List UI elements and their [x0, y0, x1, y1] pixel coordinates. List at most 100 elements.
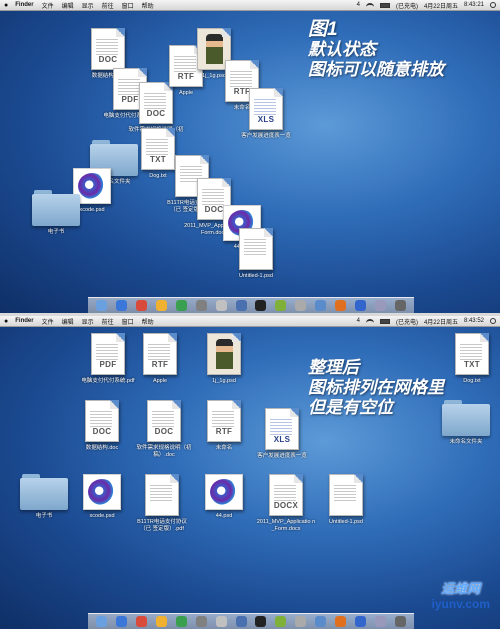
desktop-icon-txt-file[interactable]: TXT Dog.txt: [442, 333, 500, 385]
dock-app-icon[interactable]: [315, 300, 327, 311]
menu-bar: ● Finder 文件 编辑 显示 前往 窗口 帮助 4 (已充电) 4月22日…: [0, 0, 500, 11]
dock-app-icon[interactable]: [295, 616, 307, 627]
annotation-line1: 整理后: [308, 358, 359, 377]
dock-app-icon[interactable]: [255, 300, 267, 311]
desktop-icon-docx-file[interactable]: DOCX 2011_MVP_Applicatio n_Form.docx: [256, 474, 316, 533]
dock-app-icon[interactable]: [275, 300, 287, 311]
dock-app-icon[interactable]: [215, 616, 227, 627]
dock-app-icon[interactable]: [96, 616, 108, 627]
status-count[interactable]: 4: [357, 318, 360, 324]
desktop-icon-doc-file-2[interactable]: DOC 软件需求规格说明（初 稿）.doc: [134, 400, 194, 459]
apple-icon[interactable]: ●: [4, 2, 8, 9]
spotlight-icon[interactable]: [490, 318, 496, 324]
clock-label[interactable]: 8:43:21: [464, 2, 484, 8]
dock-app-icon[interactable]: [275, 616, 287, 627]
status-count[interactable]: 4: [357, 2, 360, 8]
dock-app-icon[interactable]: [394, 616, 406, 627]
dock-app-icon[interactable]: [195, 300, 207, 311]
battery-icon[interactable]: [379, 318, 390, 324]
desktop-icon-rtf-file[interactable]: RTF 未命名: [194, 400, 254, 452]
battery-icon[interactable]: [379, 2, 390, 8]
desktop-icon-xls-file[interactable]: XLS 客户发展进度表一览: [252, 408, 312, 460]
dock-app-icon[interactable]: [394, 300, 406, 311]
dock-app-icon[interactable]: [116, 300, 128, 311]
menu-help[interactable]: 帮助: [142, 317, 154, 326]
dock-app-icon[interactable]: [295, 300, 307, 311]
dock-app-icon[interactable]: [175, 300, 187, 311]
dock-app-icon[interactable]: [96, 300, 108, 311]
icon-label: Dog.txt: [463, 378, 481, 384]
battery-status: (已充电): [395, 3, 418, 10]
wifi-icon[interactable]: [365, 318, 374, 324]
text-lines: [274, 483, 296, 503]
icon-label: Untitled-1.psd: [329, 519, 363, 525]
menu-view[interactable]: 显示: [82, 317, 94, 326]
dock-app-icon[interactable]: [354, 300, 366, 311]
dock-app-icon[interactable]: [156, 616, 168, 627]
menu-window[interactable]: 窗口: [122, 317, 134, 326]
desktop-icon-doc-file[interactable]: DOC 数据结构.doc: [72, 400, 132, 452]
desktop-icon-xls-file[interactable]: XLS 客户发展进度表一览: [236, 88, 296, 140]
spotlight-icon[interactable]: [490, 2, 496, 8]
dock-app-icon[interactable]: [315, 616, 327, 627]
desktop-icon-folder-ebook[interactable]: 电子书: [26, 190, 86, 236]
icon-label: Untitled-1.psd: [239, 273, 273, 279]
dock-app-icon[interactable]: [235, 616, 247, 627]
menu-finder[interactable]: Finder: [15, 2, 33, 8]
dock-app-icon[interactable]: [175, 616, 187, 627]
menu-go[interactable]: 前往: [102, 1, 114, 10]
dock-app-icon[interactable]: [354, 616, 366, 627]
menu-go[interactable]: 前往: [102, 317, 114, 326]
desktop-icon-psd-xcode[interactable]: xcode.psd: [72, 474, 132, 520]
menu-finder[interactable]: Finder: [15, 318, 33, 324]
desktop-icon-pdf-b11[interactable]: B11TR电话支付协议（已 签定版）.pdf: [132, 474, 192, 533]
document-file-icon: [329, 474, 363, 516]
dock-app-icon[interactable]: [334, 300, 346, 311]
desktop-icon-folder-1[interactable]: 未命名文件夹: [436, 400, 496, 446]
icon-label: 1j_1g.psd: [212, 378, 236, 384]
dock-app-icon[interactable]: [136, 300, 148, 311]
icon-label: xcode.psd: [89, 513, 115, 519]
dock-app-icon[interactable]: [334, 616, 346, 627]
icon-label: Apple: [178, 90, 194, 96]
menu-edit[interactable]: 编辑: [62, 317, 74, 326]
desktop-icon-psd-untitled[interactable]: Untitled-1.psd: [316, 474, 376, 526]
menu-help[interactable]: 帮助: [142, 1, 154, 10]
file-type-badge: DOCX: [273, 501, 299, 510]
date-label[interactable]: 4月22日周五: [424, 1, 458, 10]
desktop-icon-psd-untitled[interactable]: Untitled-1.psd: [226, 228, 286, 280]
desktop-after: ● Finder 文件 编辑 显示 前往 窗口 帮助 4 (已充电) 4月22日…: [0, 316, 500, 629]
desktop-icon-folder-ebook[interactable]: 电子书: [14, 474, 74, 520]
desktop-icon-rtf-apple[interactable]: RTF Apple: [130, 333, 190, 385]
icon-label: 44.psd: [215, 513, 233, 519]
icon-label: 软件需求规格说明（初 稿）.doc: [136, 445, 192, 458]
menu-view[interactable]: 显示: [82, 1, 94, 10]
menu-file[interactable]: 文件: [42, 1, 54, 10]
text-lines: [244, 237, 266, 257]
file-type-badge: DOC: [92, 427, 112, 436]
desktop-icon-photo-file[interactable]: 1j_1g.psd: [194, 333, 254, 385]
document-file-icon: DOC: [85, 400, 119, 442]
dock-app-icon[interactable]: [235, 300, 247, 311]
menu-file[interactable]: 文件: [42, 317, 54, 326]
dock-app-icon[interactable]: [195, 616, 207, 627]
dock-app-icon[interactable]: [136, 616, 148, 627]
dock-app-icon[interactable]: [215, 300, 227, 311]
apple-icon[interactable]: ●: [4, 318, 8, 325]
wifi-icon[interactable]: [365, 2, 374, 8]
date-label[interactable]: 4月22日周五: [424, 317, 458, 326]
text-lines: [460, 342, 482, 362]
desktop-icon-psd-44[interactable]: 44.psd: [194, 474, 254, 520]
dock-app-icon[interactable]: [255, 616, 267, 627]
dock-app-icon[interactable]: [116, 616, 128, 627]
menu-window[interactable]: 窗口: [122, 1, 134, 10]
desktop-icon-pdf-file[interactable]: PDF 电脑支付代付系统.pdf: [78, 333, 138, 385]
clock-label[interactable]: 8:43:52: [464, 318, 484, 324]
menu-edit[interactable]: 编辑: [62, 1, 74, 10]
dock-app-icon[interactable]: [374, 300, 386, 311]
text-lines: [150, 483, 172, 503]
dock-app-icon[interactable]: [374, 616, 386, 627]
dock-app-icon[interactable]: [156, 300, 168, 311]
icon-label: 2011_MVP_Applicatio n_Form.docx: [256, 519, 316, 532]
file-type-badge: XLS: [257, 115, 275, 124]
